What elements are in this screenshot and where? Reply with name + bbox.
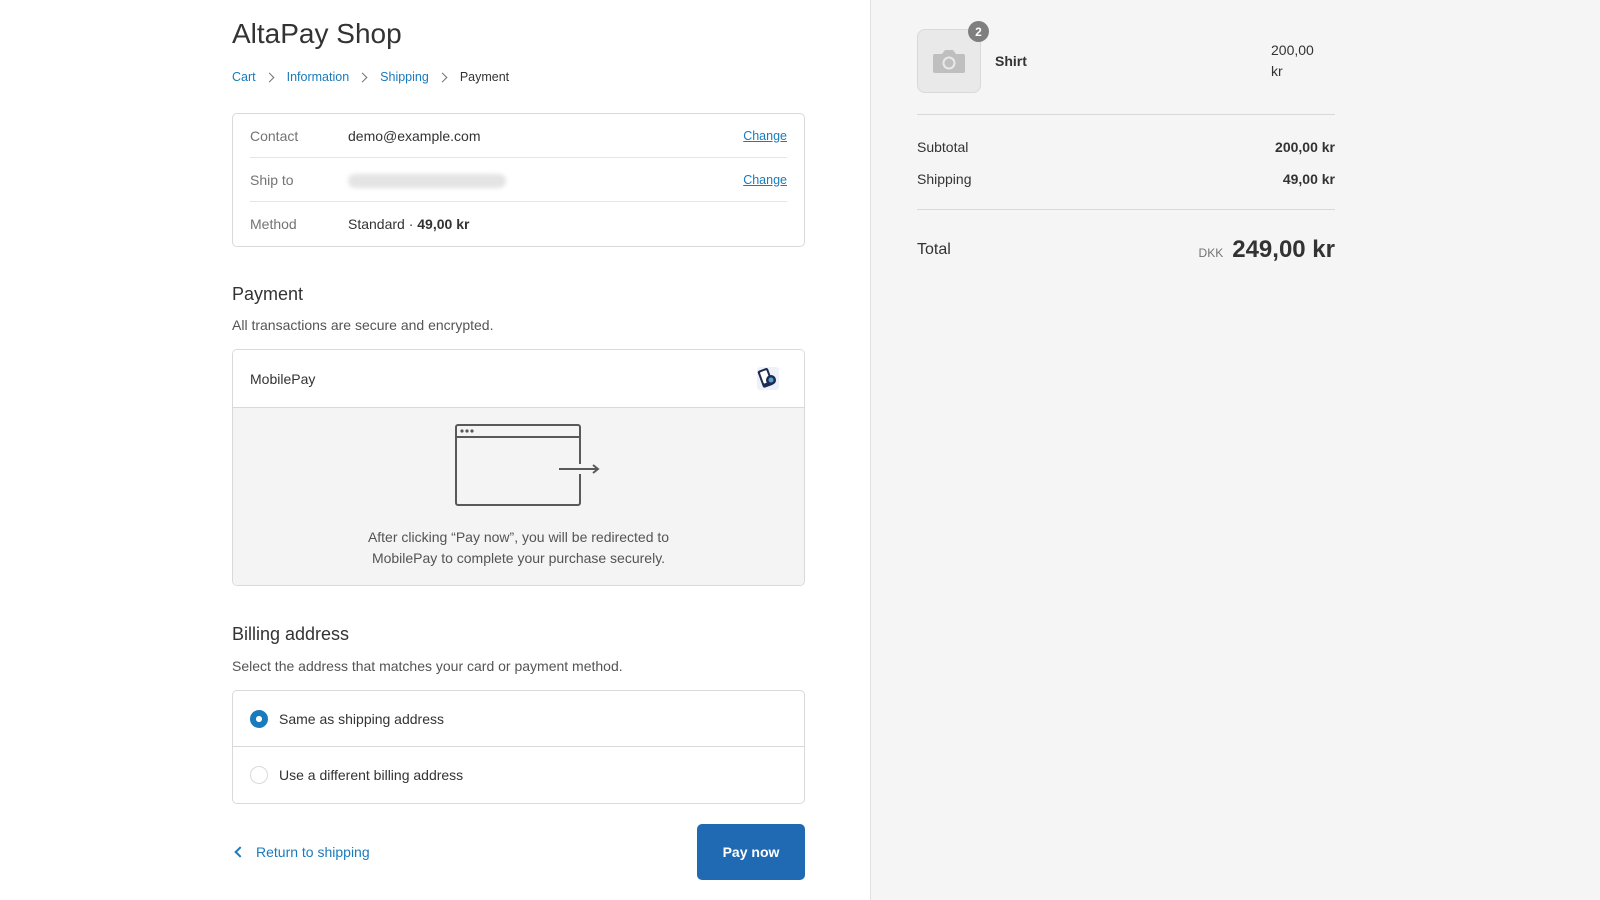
payment-method-label: MobilePay [250, 370, 316, 387]
payment-method-box: MobilePay After clicking “Pay now”, you … [232, 349, 805, 586]
subtotal-value: 200,00 kr [1275, 139, 1335, 155]
method-price: 49,00 kr [417, 216, 470, 232]
redirect-text-line-2: MobilePay to complete your purchase secu… [371, 550, 666, 566]
billing-title: Billing address [232, 624, 350, 644]
contact-label: Contact [250, 127, 299, 144]
quantity-badge: 2 [968, 21, 989, 42]
method-value: Standard · 49,00 kr [348, 216, 787, 232]
payment-subtitle: All transactions are secure and encrypte… [232, 317, 494, 333]
billing-option-same[interactable]: Same as shipping address [233, 691, 804, 747]
product-name: Shirt [995, 53, 1027, 69]
billing-option-same-label: Same as shipping address [279, 710, 444, 727]
return-to-shipping-link[interactable]: Return to shipping [232, 844, 370, 860]
payment-title: Payment [232, 284, 304, 304]
pay-now-button[interactable]: Pay now [697, 824, 805, 880]
breadcrumb-cart[interactable]: Cart [232, 70, 256, 84]
summary-divider [917, 114, 1335, 115]
subtotal-label: Subtotal [917, 139, 969, 155]
review-method-row: Method Standard · 49,00 kr [250, 202, 787, 246]
payment-method-mobilepay[interactable]: MobilePay [233, 350, 804, 407]
chevron-right-icon [437, 72, 448, 82]
chevron-right-icon [264, 72, 275, 82]
currency-code: DKK [1198, 246, 1224, 260]
summary-divider [917, 209, 1335, 210]
breadcrumb-shipping[interactable]: Shipping [380, 70, 429, 84]
order-summary: 2 Shirt 200,00 kr Subtotal 200,00 kr Shi… [917, 21, 1335, 264]
shipping-value: 49,00 kr [1282, 171, 1335, 187]
radio-same-checked[interactable] [250, 709, 268, 728]
review-contact-row: Contact demo@example.com Change [250, 114, 787, 158]
billing-options: Same as shipping address Use a different… [232, 690, 805, 804]
chevron-right-icon [357, 72, 368, 82]
product-price-amount: 200,00 [1271, 42, 1314, 58]
browser-redirect-icon [455, 424, 600, 506]
billing-subtitle: Select the address that matches your car… [232, 658, 623, 674]
method-label: Method [250, 216, 297, 232]
radio-different[interactable] [250, 766, 268, 784]
review-block: Contact demo@example.com Change Ship to … [232, 113, 805, 247]
camera-icon [933, 50, 965, 73]
shipping-label: Shipping [917, 171, 972, 187]
redirect-message: After clicking “Pay now”, you will be re… [233, 527, 804, 569]
contact-value: demo@example.com [348, 127, 481, 144]
breadcrumb-information[interactable]: Information [287, 70, 350, 84]
breadcrumb: Cart Information Shipping Payment [232, 70, 509, 84]
total-row: Total DKK 249,00 kr [917, 236, 1335, 264]
ship-to-label: Ship to [250, 171, 294, 188]
mobilepay-logo-icon [751, 364, 787, 394]
product-price: 200,00 kr [1271, 40, 1335, 82]
billing-option-different[interactable]: Use a different billing address [233, 747, 804, 803]
subtotal-row: Subtotal 200,00 kr [917, 139, 1335, 155]
checkout-footer: Return to shipping Pay now [232, 824, 805, 880]
product-thumbnail: 2 [917, 21, 989, 93]
shop-title[interactable]: AltaPay Shop [232, 18, 402, 50]
chevron-left-icon [234, 846, 246, 858]
order-summary-sidebar: 2 Shirt 200,00 kr Subtotal 200,00 kr Shi… [870, 0, 1600, 900]
ship-to-value [348, 171, 743, 188]
payment-redirect-panel: After clicking “Pay now”, you will be re… [233, 407, 804, 585]
change-contact-link[interactable]: Change [743, 129, 787, 143]
checkout-main: AltaPay Shop Cart Information Shipping P… [0, 0, 870, 900]
review-ship-row: Ship to Change [250, 158, 787, 202]
product-price-currency: kr [1271, 63, 1283, 79]
breadcrumb-payment: Payment [459, 70, 510, 84]
total-amount: DKK 249,00 kr [1199, 236, 1335, 264]
shipping-row: Shipping 49,00 kr [917, 171, 1335, 187]
change-ship-link[interactable]: Change [743, 173, 787, 187]
redacted-address [348, 173, 506, 188]
product-line: 2 Shirt 200,00 kr [917, 21, 1335, 93]
billing-option-different-label: Use a different billing address [279, 767, 464, 783]
return-label: Return to shipping [256, 844, 370, 860]
redirect-text-line-1: After clicking “Pay now”, you will be re… [367, 529, 670, 545]
total-label: Total [917, 241, 951, 258]
total-value: 249,00 kr [1232, 236, 1335, 263]
method-name: Standard · [348, 216, 418, 232]
